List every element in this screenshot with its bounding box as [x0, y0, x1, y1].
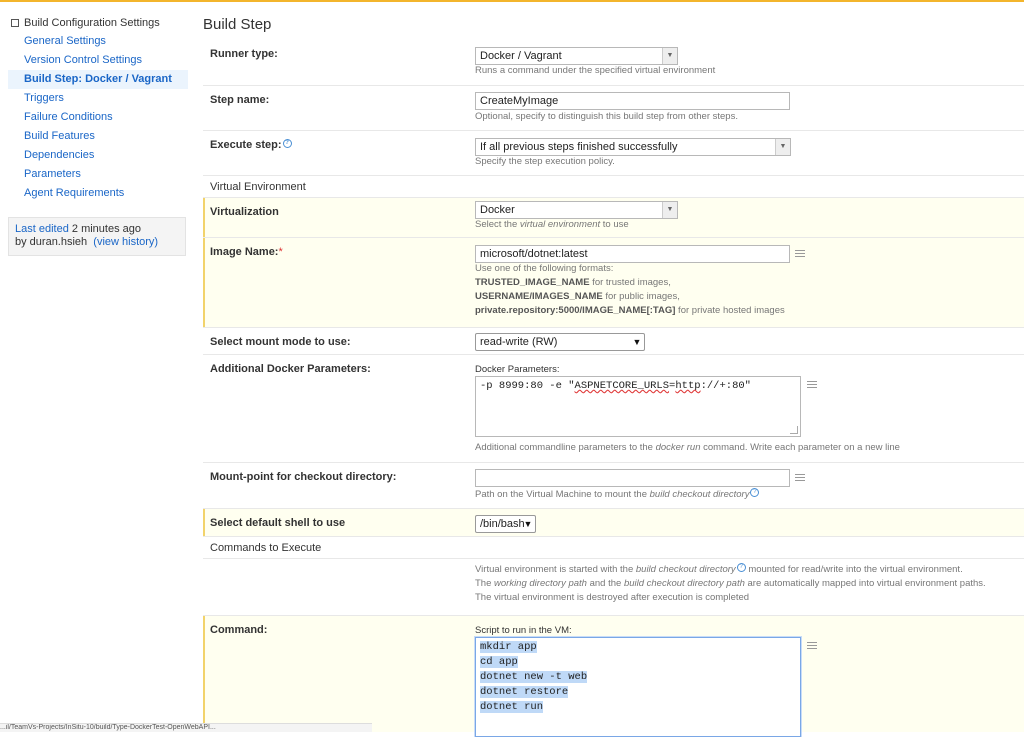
- docker-params-textarea[interactable]: -p 8999:80 -e "ASPNETCORE_URLS=http://+:…: [475, 376, 801, 437]
- env-info-note: Virtual environment is started with the …: [475, 563, 986, 603]
- runner-type-row: Runner type: Docker / Vagrant ▼ Runs a c…: [203, 40, 1024, 86]
- last-edited-link[interactable]: Last edited: [15, 223, 69, 235]
- execute-step-note: Specify the step execution policy.: [475, 156, 615, 167]
- execute-step-label: Execute step:?: [210, 139, 292, 151]
- mount-point-label: Mount-point for checkout directory:: [210, 471, 397, 483]
- mount-mode-label: Select mount mode to use:: [210, 336, 351, 348]
- sidebar-nav: General Settings Version Control Setting…: [8, 32, 188, 203]
- image-name-note: Use one of the following formats: TRUSTE…: [475, 263, 785, 316]
- collapse-box-icon[interactable]: [11, 19, 19, 27]
- docker-params-row: Additional Docker Parameters: Docker Par…: [203, 355, 1024, 463]
- virtualization-select[interactable]: Docker ▼: [475, 201, 678, 219]
- docker-params-note: Additional commandline parameters to the…: [475, 442, 900, 453]
- image-name-input[interactable]: microsoft/dotnet:latest: [475, 245, 790, 263]
- view-history-link[interactable]: (view history): [93, 236, 158, 248]
- sidebar-item-parameters[interactable]: Parameters: [8, 165, 188, 184]
- help-icon[interactable]: ?: [750, 488, 760, 497]
- mount-point-input[interactable]: [475, 469, 790, 487]
- chevron-down-icon[interactable]: ▼: [662, 202, 677, 218]
- last-edited-box: Last edited 2 minutes ago by duran.hsieh…: [8, 217, 186, 256]
- step-name-note: Optional, specify to distinguish this bu…: [475, 111, 738, 122]
- sidebar-item-triggers[interactable]: Triggers: [8, 89, 188, 108]
- default-shell-value: /bin/bash: [480, 518, 525, 530]
- sidebar-item-version-control-settings[interactable]: Version Control Settings: [8, 51, 188, 70]
- command-script-textarea[interactable]: mkdir app cd app dotnet new -t web dotne…: [475, 637, 801, 737]
- section-virtual-environment: Virtual Environment: [203, 176, 1024, 198]
- list-icon[interactable]: [795, 250, 805, 258]
- section-commands-to-execute: Commands to Execute: [203, 537, 1024, 559]
- chevron-down-icon[interactable]: ▼: [521, 516, 535, 532]
- main-content: Build Step Runner type: Docker / Vagrant…: [203, 0, 1024, 737]
- runner-type-select[interactable]: Docker / Vagrant ▼: [475, 47, 678, 65]
- sidebar-title: Build Configuration Settings: [24, 17, 160, 29]
- help-icon[interactable]: ?: [736, 563, 746, 572]
- sidebar-item-agent-requirements[interactable]: Agent Requirements: [8, 184, 188, 203]
- mount-mode-select[interactable]: read-write (RW) ▼: [475, 333, 645, 351]
- docker-params-label: Additional Docker Parameters:: [210, 363, 371, 375]
- mount-mode-value: read-write (RW): [480, 336, 558, 348]
- execute-step-value: If all previous steps finished successfu…: [480, 141, 678, 153]
- docker-params-caption: Docker Parameters:: [475, 364, 560, 375]
- script-line: cd app: [480, 656, 518, 668]
- command-label: Command:: [210, 624, 268, 636]
- chevron-down-icon[interactable]: ▼: [775, 139, 790, 155]
- list-icon[interactable]: [795, 474, 805, 482]
- chevron-down-icon[interactable]: ▼: [630, 334, 644, 350]
- env-info-row: Virtual environment is started with the …: [203, 559, 1024, 616]
- chevron-down-icon[interactable]: ▼: [662, 48, 677, 64]
- virtualization-value: Docker: [480, 204, 515, 216]
- sidebar-header[interactable]: Build Configuration Settings: [8, 14, 188, 32]
- sidebar-item-general-settings[interactable]: General Settings: [8, 32, 188, 51]
- virtualization-note: Select the virtual environment to use: [475, 219, 629, 230]
- image-name-label: Image Name:*: [210, 246, 283, 258]
- step-name-input[interactable]: CreateMyImage: [475, 92, 790, 110]
- runner-type-note: Runs a command under the specified virtu…: [475, 65, 716, 76]
- browser-status-bar: ...il/TeamVs-Projects/InSitu-10/build/Ty…: [0, 723, 372, 732]
- virtualization-label: Virtualization: [210, 206, 279, 218]
- resize-grip-icon[interactable]: [790, 426, 798, 434]
- execute-step-label-text: Execute step:: [210, 139, 282, 151]
- sidebar-item-build-step[interactable]: Build Step: Docker / Vagrant: [8, 70, 188, 89]
- sidebar-item-build-features[interactable]: Build Features: [8, 127, 188, 146]
- mount-point-row: Mount-point for checkout directory: Path…: [203, 463, 1024, 509]
- script-line: dotnet run: [480, 701, 544, 713]
- sidebar-item-failure-conditions[interactable]: Failure Conditions: [8, 108, 188, 127]
- runner-type-value: Docker / Vagrant: [480, 50, 562, 62]
- sidebar-item-dependencies[interactable]: Dependencies: [8, 146, 188, 165]
- runner-type-label: Runner type:: [210, 48, 278, 60]
- script-line: dotnet restore: [480, 686, 569, 698]
- default-shell-label: Select default shell to use: [210, 517, 346, 529]
- list-icon[interactable]: [807, 381, 817, 389]
- execute-step-row: Execute step:? If all previous steps fin…: [203, 131, 1024, 176]
- mount-point-note: Path on the Virtual Machine to mount the…: [475, 488, 760, 502]
- default-shell-select[interactable]: /bin/bash ▼: [475, 515, 536, 533]
- page-title: Build Step: [203, 16, 272, 33]
- mount-mode-row: Select mount mode to use: read-write (RW…: [203, 328, 1024, 355]
- step-name-row: Step name: CreateMyImage Optional, speci…: [203, 86, 1024, 131]
- sidebar: Build Configuration Settings General Set…: [8, 14, 188, 256]
- execute-step-select[interactable]: If all previous steps finished successfu…: [475, 138, 791, 156]
- image-name-row: Image Name:* microsoft/dotnet:latest Use…: [203, 238, 1024, 328]
- script-line: mkdir app: [480, 641, 537, 653]
- command-caption: Script to run in the VM:: [475, 625, 572, 636]
- help-icon[interactable]: ?: [282, 139, 292, 148]
- list-icon[interactable]: [807, 642, 817, 650]
- script-line: dotnet new -t web: [480, 671, 588, 683]
- last-edited-by: by duran.hsieh: [15, 236, 88, 248]
- command-row: Command: Script to run in the VM: mkdir …: [203, 616, 1024, 737]
- default-shell-row: Select default shell to use /bin/bash ▼: [203, 509, 1024, 537]
- step-name-label: Step name:: [210, 94, 270, 106]
- virtualization-row: Virtualization Docker ▼ Select the virtu…: [203, 198, 1024, 238]
- last-edited-time: 2 minutes ago: [71, 223, 141, 235]
